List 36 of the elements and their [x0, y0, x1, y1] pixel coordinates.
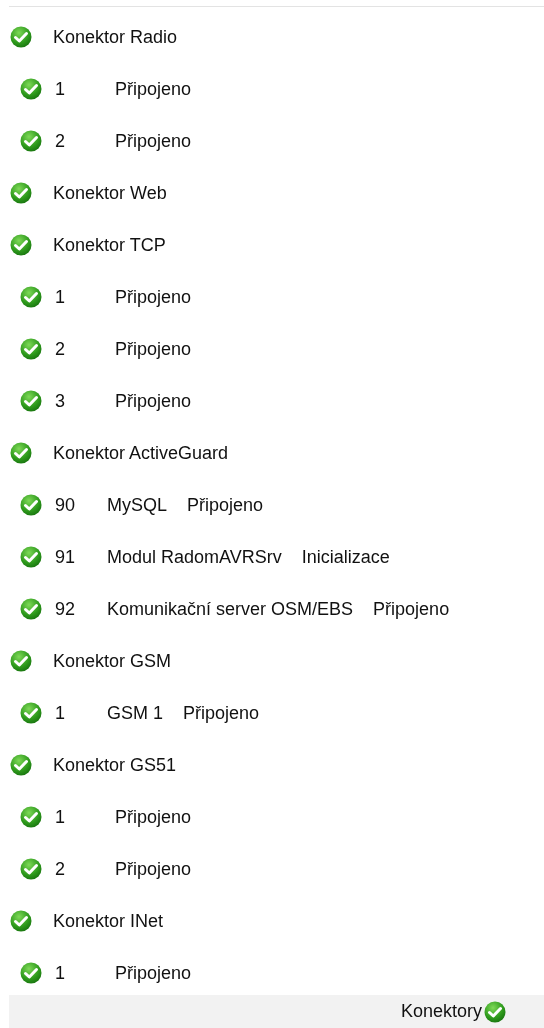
channel-id: 92: [55, 598, 77, 620]
channel-id: 3: [55, 390, 66, 412]
channel-status: Připojeno: [187, 494, 264, 516]
channel-status: Připojeno: [115, 130, 192, 152]
channel-id: 1: [55, 962, 66, 984]
channel-id: 1: [55, 286, 66, 308]
connector-name: Konektor Web: [53, 182, 167, 204]
channel-status: Připojeno: [373, 598, 450, 620]
channel-id: 2: [55, 338, 66, 360]
channel-status: Připojeno: [115, 78, 192, 100]
connector-name: Konektor TCP: [53, 234, 166, 256]
channel-status: Připojeno: [115, 806, 192, 828]
channel-id: 2: [55, 858, 66, 880]
channel-status: Připojeno: [115, 390, 192, 412]
channel-id: 1: [55, 78, 66, 100]
channel-status: Připojeno: [115, 962, 192, 984]
channel-status: Připojeno: [183, 702, 260, 724]
channel-id: 2: [55, 130, 66, 152]
channel-id: 1: [55, 702, 66, 724]
channel-name: Modul RadomAVRSrv: [107, 546, 282, 568]
channel-id: 91: [55, 546, 77, 568]
connector-name: Konektor Radio: [53, 26, 178, 48]
channel-status: Připojeno: [115, 858, 192, 880]
connector-name: Konektor GSM: [53, 650, 172, 672]
connector-name: Konektor ActiveGuard: [53, 442, 229, 464]
channel-name: Komunikační server OSM/EBS: [107, 598, 354, 620]
connector-name: Konektor INet: [53, 910, 164, 932]
channel-id: 1: [55, 806, 66, 828]
channel-id: 90: [55, 494, 77, 516]
status-label: Konektory: [400, 1001, 482, 1022]
connector-name: Konektor GS51: [53, 754, 177, 776]
channel-name: GSM 1: [107, 702, 163, 724]
channel-status: Připojeno: [115, 338, 192, 360]
channel-status: Inicializace: [301, 546, 390, 568]
channel-status: Připojeno: [115, 286, 192, 308]
channel-name: MySQL: [107, 494, 167, 516]
